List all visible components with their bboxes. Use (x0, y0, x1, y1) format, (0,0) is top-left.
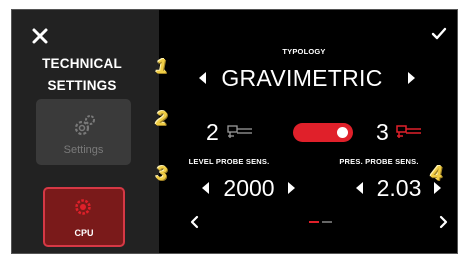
pres-probe-label: PRES. PROBE SENS. (339, 157, 419, 166)
gears-icon (74, 115, 95, 136)
sidebar: TECHNICAL SETTINGS Settings CPU (12, 10, 159, 253)
level-probe-increase[interactable] (288, 182, 295, 194)
cpu-tile-label: CPU (74, 228, 94, 238)
sidebar-title-line2: SETTINGS (47, 78, 117, 93)
annotation-badge-2: 2 (156, 108, 168, 130)
close-icon (32, 28, 48, 44)
checkmark-icon (431, 27, 447, 40)
cpu-tile[interactable]: CPU (43, 187, 125, 247)
settings-tile[interactable]: Settings (36, 99, 131, 165)
prev-page-button[interactable] (189, 215, 199, 229)
main-panel: TYPOLOGY GRAVIMETRIC 2 3 LEVEL PROBE SEN… (159, 10, 457, 253)
annotation-badge-3: 3 (156, 163, 168, 185)
pres-probe-decrease[interactable] (356, 182, 363, 194)
page-indicator-active (309, 221, 319, 223)
page-indicator (322, 221, 332, 223)
level-probe-decrease[interactable] (202, 182, 209, 194)
probe-count-left: 2 (206, 119, 219, 145)
sidebar-title: TECHNICAL SETTINGS (20, 53, 144, 97)
level-probe-value: 2000 (223, 175, 275, 201)
cpu-chip-icon (75, 199, 91, 215)
probe-icon-right (396, 125, 421, 138)
pres-probe-value: 2.03 (376, 175, 422, 201)
toggle-knob (337, 127, 348, 138)
settings-tile-label: Settings (63, 144, 104, 156)
probe-icon-left (227, 125, 252, 138)
typology-value: GRAVIMETRIC (221, 65, 383, 91)
confirm-button[interactable] (431, 27, 447, 46)
typology-next-arrow[interactable] (408, 72, 415, 84)
probe-toggle[interactable] (293, 123, 353, 142)
probe-count-right: 3 (376, 119, 389, 145)
annotation-badge-4: 4 (431, 163, 443, 185)
close-button[interactable] (30, 26, 52, 48)
screen: TECHNICAL SETTINGS Settings CPU TYPOLOGY… (11, 9, 458, 254)
typology-prev-arrow[interactable] (199, 72, 206, 84)
sidebar-title-line1: TECHNICAL (42, 56, 122, 71)
level-probe-label: LEVEL PROBE SENS. (188, 157, 270, 166)
next-page-button[interactable] (439, 215, 449, 229)
annotation-badge-1: 1 (156, 56, 168, 78)
typology-label: TYPOLOGY (282, 47, 326, 56)
